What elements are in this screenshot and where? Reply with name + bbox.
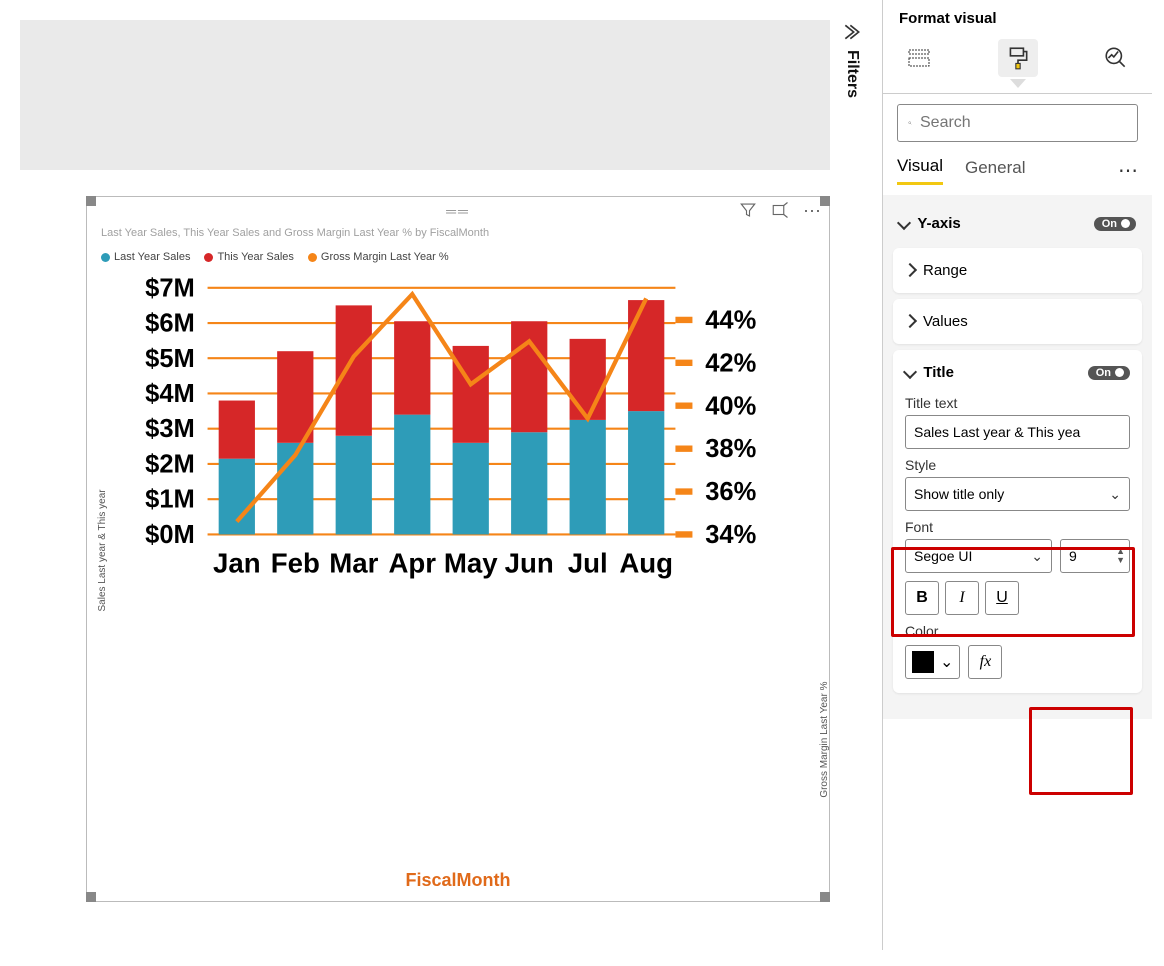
filters-tab[interactable]: Filters (842, 22, 862, 98)
filters-expand-icon (842, 22, 862, 42)
yaxis-toggle[interactable]: On (1094, 217, 1136, 231)
svg-text:$6M: $6M (145, 310, 195, 338)
tabs-more[interactable]: ⋯ (1118, 158, 1138, 183)
svg-text:44%: 44% (705, 306, 756, 334)
font-size-stepper[interactable]: 9▲▼ (1060, 539, 1130, 573)
x-axis-label: FiscalMonth (405, 870, 510, 891)
fx-button[interactable]: fx (968, 645, 1002, 679)
style-label: Style (905, 457, 1130, 473)
format-panel: Format visual Visual General ⋯ Y-axis On… (882, 0, 1152, 950)
chevron-right-icon (905, 313, 915, 330)
svg-text:40%: 40% (705, 392, 756, 420)
visual-toolbar: ⋯ (739, 201, 821, 224)
y-axis-right-label: Gross Margin Last Year % (819, 682, 830, 798)
panel-mode-switch (883, 33, 1152, 87)
filter-icon[interactable] (739, 201, 757, 224)
svg-text:34%: 34% (705, 521, 756, 549)
search-icon (908, 115, 912, 131)
panel-header: Format visual (883, 0, 1152, 33)
table-icon (907, 46, 931, 70)
build-visual-mode[interactable] (899, 39, 939, 77)
yaxis-label: Y-axis (917, 215, 960, 232)
svg-text:$3M: $3M (145, 415, 195, 443)
legend-item: This Year Sales (204, 251, 293, 263)
chevron-down-icon (905, 364, 915, 381)
values-card[interactable]: Values (893, 299, 1142, 344)
svg-text:Jul: Jul (568, 548, 608, 579)
tab-general[interactable]: General (965, 158, 1025, 184)
svg-text:Apr: Apr (388, 548, 436, 579)
chart-legend: Last Year Sales This Year Sales Gross Ma… (101, 251, 449, 263)
title-section-header[interactable]: Title On (905, 364, 1130, 387)
color-label: Color (905, 623, 1130, 639)
svg-text:$7M: $7M (145, 275, 195, 302)
range-card[interactable]: Range (893, 248, 1142, 293)
svg-text:$1M: $1M (145, 486, 195, 514)
tab-visual[interactable]: Visual (897, 156, 943, 185)
yaxis-section-header[interactable]: Y-axis On (893, 205, 1142, 242)
style-select[interactable]: Show title only⌄ (905, 477, 1130, 511)
svg-text:Feb: Feb (271, 548, 320, 579)
search-box[interactable] (897, 104, 1138, 142)
svg-text:$2M: $2M (145, 450, 195, 478)
legend-item: Gross Margin Last Year % (308, 251, 449, 263)
chart-title: Last Year Sales, This Year Sales and Gro… (101, 227, 489, 239)
focus-mode-icon[interactable] (771, 201, 789, 224)
underline-button[interactable]: U (985, 581, 1019, 615)
search-input[interactable] (920, 114, 1127, 132)
font-label: Font (905, 519, 1130, 535)
color-picker[interactable]: ⌄ (905, 645, 960, 679)
svg-text:Jan: Jan (213, 548, 261, 579)
analytics-icon (1103, 45, 1129, 71)
resize-handle[interactable] (820, 196, 830, 206)
svg-text:36%: 36% (705, 478, 756, 506)
font-family-select[interactable]: Segoe UI⌄ (905, 539, 1052, 573)
values-label: Values (923, 313, 968, 330)
bold-button[interactable]: B (905, 581, 939, 615)
more-options-icon[interactable]: ⋯ (803, 201, 821, 224)
format-visual-mode[interactable] (998, 39, 1038, 77)
chevron-down-icon (899, 215, 909, 232)
panel-tabs: Visual General ⋯ (883, 156, 1152, 195)
resize-handle[interactable] (86, 196, 96, 206)
title-text-label: Title text (905, 395, 1130, 411)
svg-text:Mar: Mar (329, 548, 378, 579)
title-section-label: Title (923, 364, 954, 381)
svg-text:Jun: Jun (505, 548, 554, 579)
resize-handle[interactable] (86, 892, 96, 902)
svg-text:$4M: $4M (145, 380, 195, 408)
canvas-background (20, 20, 830, 170)
analytics-mode[interactable] (1096, 39, 1136, 77)
step-down-icon[interactable]: ▼ (1116, 556, 1125, 565)
legend-item: Last Year Sales (101, 251, 190, 263)
svg-text:38%: 38% (705, 435, 756, 463)
chevron-right-icon (905, 262, 915, 279)
italic-button[interactable]: I (945, 581, 979, 615)
paint-roller-icon (1005, 45, 1031, 71)
color-swatch (912, 651, 934, 673)
svg-text:42%: 42% (705, 349, 756, 377)
range-label: Range (923, 262, 967, 279)
chart-visual[interactable]: ══ ⋯ Last Year Sales, This Year Sales an… (86, 196, 830, 902)
title-text-input[interactable] (905, 415, 1130, 449)
y-axis-left-label: Sales Last year & This year (97, 489, 108, 611)
drag-handle-icon[interactable]: ══ (446, 203, 470, 219)
filters-label: Filters (843, 50, 861, 98)
svg-text:May: May (444, 548, 498, 579)
svg-text:$5M: $5M (145, 345, 195, 373)
title-toggle[interactable]: On (1088, 366, 1130, 380)
svg-text:Aug: Aug (619, 548, 673, 579)
title-card: Title On Title text Style Show title onl… (893, 350, 1142, 693)
svg-text:$0M: $0M (145, 521, 195, 549)
chart-plot: $0M $1M $2M $3M $4M $5M $6M $7M 34% 36% 38% 40% 42% 4… (131, 275, 769, 594)
resize-handle[interactable] (820, 892, 830, 902)
